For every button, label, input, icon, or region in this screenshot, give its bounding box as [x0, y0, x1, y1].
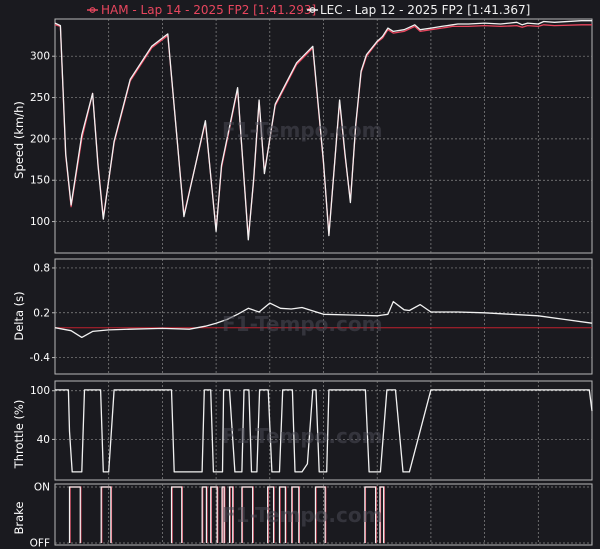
watermark-throttle: F1-Tempo.com: [222, 424, 382, 448]
throttle-ytick-label: 40: [37, 434, 50, 446]
legend-label-lec: LEC - Lap 12 - 2025 FP2 [1:41.367]: [320, 3, 530, 17]
legend-label-ham: HAM - Lap 14 - 2025 FP2 [1:41.293]: [101, 3, 316, 17]
speed-ytick-label: 200: [30, 133, 50, 145]
legend-item-lec[interactable]: LEC - Lap 12 - 2025 FP2 [1:41.367]: [307, 3, 530, 17]
throttle-ytick-label: 100: [30, 385, 50, 397]
speed-ytick-label: 250: [30, 92, 50, 104]
speed-ytick-label: 300: [30, 51, 50, 63]
brake-ytick-label: OFF: [30, 538, 50, 549]
watermark-delta: F1-Tempo.com: [222, 312, 382, 336]
delta-ytick-label: 0.8: [33, 262, 50, 274]
delta-axis-title: Delta (s): [12, 291, 26, 340]
brake-axis-title: Brake: [12, 502, 26, 535]
speed-axis-title: Speed (km/h): [12, 101, 26, 179]
throttle-axis-title: Throttle (%): [12, 400, 26, 470]
watermark-brake: F1-Tempo.com: [222, 503, 382, 527]
legend-item-ham[interactable]: HAM - Lap 14 - 2025 FP2 [1:41.293]: [87, 3, 316, 17]
delta-ytick-label: -0.4: [30, 352, 51, 364]
brake-ytick-label: ON: [34, 482, 50, 494]
speed-ytick-label: 100: [30, 216, 50, 228]
delta-ytick-label: 0.2: [33, 307, 50, 319]
speed-ytick-label: 150: [30, 175, 50, 187]
watermark-speed: F1-Tempo.com: [222, 118, 382, 142]
chart-background: [0, 0, 600, 549]
legend: HAM - Lap 14 - 2025 FP2 [1:41.293] LEC -…: [87, 3, 530, 17]
telemetry-chart: HAM - Lap 14 - 2025 FP2 [1:41.293] LEC -…: [0, 0, 600, 549]
